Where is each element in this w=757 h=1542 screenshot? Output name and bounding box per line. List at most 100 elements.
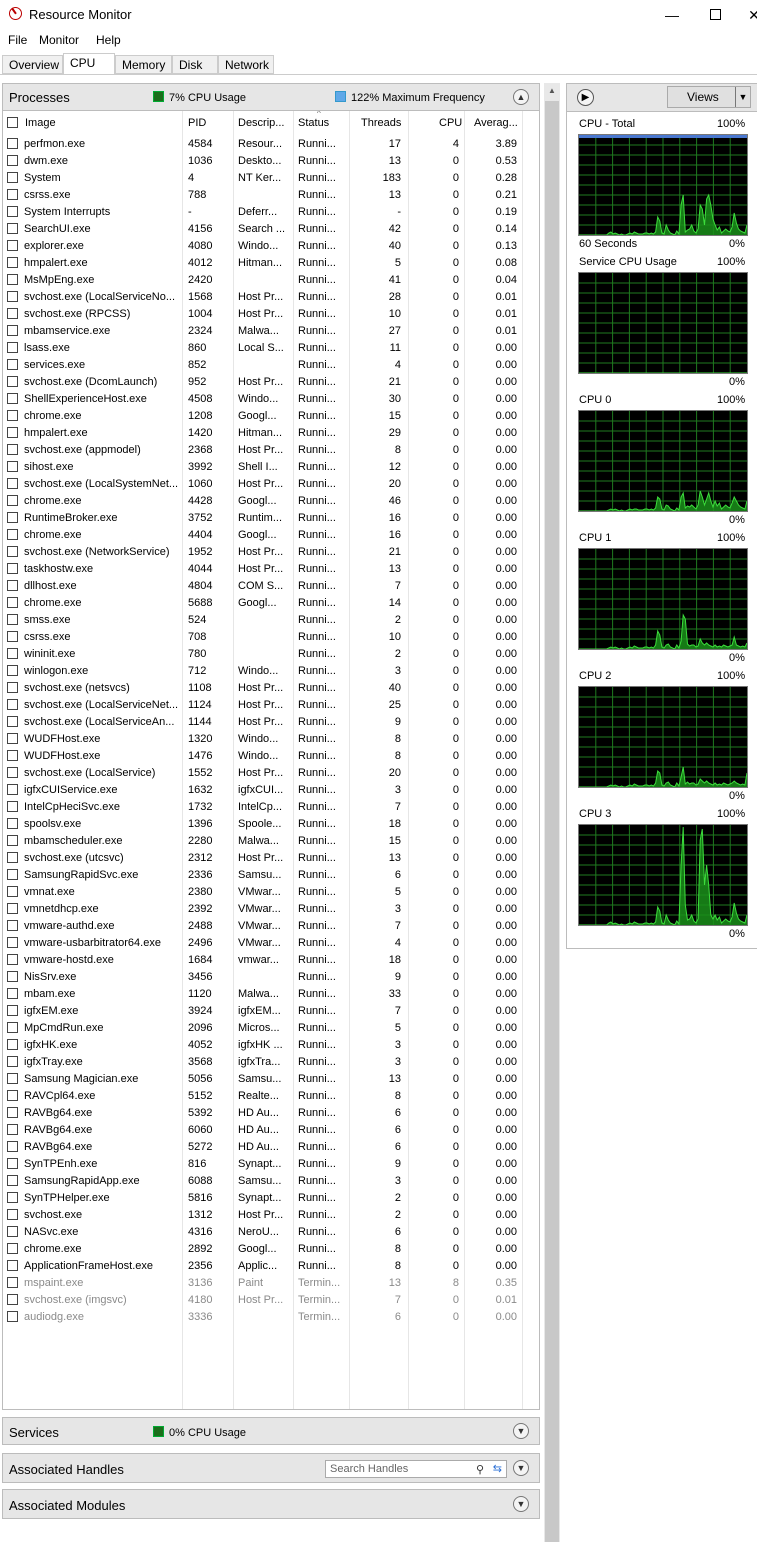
table-row[interactable]: RAVBg64.exe 5272 HD Au... Runni... 6 0 0.00 bbox=[3, 1139, 539, 1156]
row-checkbox[interactable] bbox=[7, 631, 18, 642]
table-row[interactable]: perfmon.exe 4584 Resour... Runni... 17 4 3.89 bbox=[3, 136, 539, 153]
row-checkbox[interactable] bbox=[7, 767, 18, 778]
row-checkbox[interactable] bbox=[7, 1124, 18, 1135]
table-row[interactable]: mbamservice.exe 2324 Malwa... Runni... 27 0 0.… bbox=[3, 323, 539, 340]
table-row[interactable]: RAVBg64.exe 6060 HD Au... Runni... 6 0 0.00 bbox=[3, 1122, 539, 1139]
menu-help[interactable]: Help bbox=[96, 33, 121, 47]
row-checkbox[interactable] bbox=[7, 1311, 18, 1322]
row-checkbox[interactable] bbox=[7, 750, 18, 761]
table-row[interactable]: taskhostw.exe 4044 Host Pr... Runni... 13 0 0.… bbox=[3, 561, 539, 578]
table-row[interactable]: winlogon.exe 712 Windo... Runni... 3 0 0.00 bbox=[3, 663, 539, 680]
column-header-threads[interactable]: Threads bbox=[361, 117, 401, 129]
column-header-cpu[interactable]: CPU bbox=[439, 117, 462, 129]
table-row[interactable]: mbam.exe 1120 Malwa... Runni... 33 0 0.00 bbox=[3, 986, 539, 1003]
table-row[interactable]: System 4 NT Ker... Runni... 183 0 0.28 bbox=[3, 170, 539, 187]
table-row[interactable]: chrome.exe 4428 Googl... Runni... 46 0 0.00 bbox=[3, 493, 539, 510]
row-checkbox[interactable] bbox=[7, 852, 18, 863]
expand-right-icon[interactable]: ▶ bbox=[577, 89, 594, 106]
table-row[interactable]: System Interrupts - Deferr... Runni... - 0 0.1… bbox=[3, 204, 539, 221]
table-row[interactable]: spoolsv.exe 1396 Spoole... Runni... 18 0 0.00 bbox=[3, 816, 539, 833]
table-row[interactable]: RAVCpl64.exe 5152 Realte... Runni... 8 0 0.00 bbox=[3, 1088, 539, 1105]
row-checkbox[interactable] bbox=[7, 1260, 18, 1271]
table-row[interactable]: svchost.exe (LocalServiceNet... 1124 Host … bbox=[3, 697, 539, 714]
maximize-button[interactable] bbox=[705, 6, 725, 24]
row-checkbox[interactable] bbox=[7, 1022, 18, 1033]
table-row[interactable]: mbamscheduler.exe 2280 Malwa... Runni... 15 0… bbox=[3, 833, 539, 850]
row-checkbox[interactable] bbox=[7, 903, 18, 914]
row-checkbox[interactable] bbox=[7, 342, 18, 353]
row-checkbox[interactable] bbox=[7, 189, 18, 200]
table-row[interactable]: igfxTray.exe 3568 igfxTra... Runni... 3 0 0.00 bbox=[3, 1054, 539, 1071]
row-checkbox[interactable] bbox=[7, 546, 18, 557]
row-checkbox[interactable] bbox=[7, 835, 18, 846]
table-row[interactable]: MpCmdRun.exe 2096 Micros... Runni... 5 0 0.00 bbox=[3, 1020, 539, 1037]
table-row[interactable]: smss.exe 524 Runni... 2 0 0.00 bbox=[3, 612, 539, 629]
table-row[interactable]: igfxEM.exe 3924 igfxEM... Runni... 7 0 0.00 bbox=[3, 1003, 539, 1020]
row-checkbox[interactable] bbox=[7, 155, 18, 166]
row-checkbox[interactable] bbox=[7, 172, 18, 183]
row-checkbox[interactable] bbox=[7, 461, 18, 472]
associated-handles-header[interactable]: Associated Handles Search Handles ⚲ ⇆ ▼ bbox=[2, 1453, 540, 1483]
row-checkbox[interactable] bbox=[7, 478, 18, 489]
expand-down-icon[interactable]: ▼ bbox=[513, 1496, 529, 1512]
row-checkbox[interactable] bbox=[7, 1039, 18, 1050]
table-row[interactable]: explorer.exe 4080 Windo... Runni... 40 0 0.13 bbox=[3, 238, 539, 255]
table-row[interactable]: svchost.exe (LocalServiceNo... 1568 Host P… bbox=[3, 289, 539, 306]
row-checkbox[interactable] bbox=[7, 597, 18, 608]
table-row[interactable]: lsass.exe 860 Local S... Runni... 11 0 0.00 bbox=[3, 340, 539, 357]
menu-monitor[interactable]: Monitor bbox=[39, 33, 79, 47]
row-checkbox[interactable] bbox=[7, 393, 18, 404]
column-header-pid[interactable]: PID bbox=[188, 117, 206, 129]
scroll-thumb[interactable] bbox=[545, 101, 559, 1542]
column-header-average[interactable]: Averag... bbox=[474, 117, 518, 129]
row-checkbox[interactable] bbox=[7, 257, 18, 268]
table-row[interactable]: NASvc.exe 4316 NeroU... Runni... 6 0 0.00 bbox=[3, 1224, 539, 1241]
views-arrow-icon[interactable]: ▼ bbox=[735, 87, 750, 107]
table-row[interactable]: hmpalert.exe 1420 Hitman... Runni... 29 0 0.00 bbox=[3, 425, 539, 442]
row-checkbox[interactable] bbox=[7, 920, 18, 931]
table-row[interactable]: chrome.exe 4404 Googl... Runni... 16 0 0.00 bbox=[3, 527, 539, 544]
table-row[interactable]: svchost.exe (RPCSS) 1004 Host Pr... Runni..… bbox=[3, 306, 539, 323]
table-row[interactable]: Samsung Magician.exe 5056 Samsu... Runni...… bbox=[3, 1071, 539, 1088]
table-row[interactable]: svchost.exe (imgsvc) 4180 Host Pr... Termin… bbox=[3, 1292, 539, 1309]
table-row[interactable]: csrss.exe 708 Runni... 10 0 0.00 bbox=[3, 629, 539, 646]
row-checkbox[interactable] bbox=[7, 512, 18, 523]
row-checkbox[interactable] bbox=[7, 1294, 18, 1305]
associated-modules-header[interactable]: Associated Modules ▼ bbox=[2, 1489, 540, 1519]
table-row[interactable]: vmnetdhcp.exe 2392 VMwar... Runni... 3 0 0.00 bbox=[3, 901, 539, 918]
table-row[interactable]: wininit.exe 780 Runni... 2 0 0.00 bbox=[3, 646, 539, 663]
menu-file[interactable]: File bbox=[8, 33, 27, 47]
table-row[interactable]: dllhost.exe 4804 COM S... Runni... 7 0 0.00 bbox=[3, 578, 539, 595]
expand-down-icon[interactable]: ▼ bbox=[513, 1423, 529, 1439]
tab-network[interactable]: Network bbox=[218, 55, 274, 74]
row-checkbox[interactable] bbox=[7, 1226, 18, 1237]
table-row[interactable]: svchost.exe (appmodel) 2368 Host Pr... Runn… bbox=[3, 442, 539, 459]
scroll-up-arrow-icon[interactable]: ▲ bbox=[544, 83, 560, 99]
table-row[interactable]: SynTPEnh.exe 816 Synapt... Runni... 9 0 0.00 bbox=[3, 1156, 539, 1173]
row-checkbox[interactable] bbox=[7, 665, 18, 676]
column-header-status[interactable]: Status bbox=[298, 117, 329, 129]
table-row[interactable]: vmware-authd.exe 2488 VMwar... Runni... 7 0 0.… bbox=[3, 918, 539, 935]
row-checkbox[interactable] bbox=[7, 801, 18, 812]
table-row[interactable]: svchost.exe (LocalSystemNet... 1060 Host P… bbox=[3, 476, 539, 493]
vertical-scrollbar[interactable]: ▲ bbox=[544, 83, 560, 1542]
table-row[interactable]: vmware-usbarbitrator64.exe 2496 VMwar... Ru… bbox=[3, 935, 539, 952]
row-checkbox[interactable] bbox=[7, 682, 18, 693]
select-all-checkbox[interactable] bbox=[7, 117, 18, 128]
table-row[interactable]: igfxCUIService.exe 1632 igfxCUI... Runni...… bbox=[3, 782, 539, 799]
row-checkbox[interactable] bbox=[7, 1175, 18, 1186]
table-row[interactable]: svchost.exe (netsvcs) 1108 Host Pr... Runni… bbox=[3, 680, 539, 697]
row-checkbox[interactable] bbox=[7, 376, 18, 387]
table-row[interactable]: WUDFHost.exe 1320 Windo... Runni... 8 0 0.00 bbox=[3, 731, 539, 748]
row-checkbox[interactable] bbox=[7, 1073, 18, 1084]
table-row[interactable]: NisSrv.exe 3456 Runni... 9 0 0.00 bbox=[3, 969, 539, 986]
row-checkbox[interactable] bbox=[7, 954, 18, 965]
tab-disk[interactable]: Disk bbox=[172, 55, 218, 74]
table-row[interactable]: IntelCpHeciSvc.exe 1732 IntelCp... Runni...… bbox=[3, 799, 539, 816]
expand-down-icon[interactable]: ▼ bbox=[513, 1460, 529, 1476]
column-header-description[interactable]: Descrip... bbox=[238, 117, 284, 129]
search-handles-input[interactable]: Search Handles ⚲ ⇆ bbox=[325, 1460, 507, 1478]
table-row[interactable]: SearchUI.exe 4156 Search ... Runni... 42 0 0.1… bbox=[3, 221, 539, 238]
row-checkbox[interactable] bbox=[7, 427, 18, 438]
row-checkbox[interactable] bbox=[7, 1209, 18, 1220]
